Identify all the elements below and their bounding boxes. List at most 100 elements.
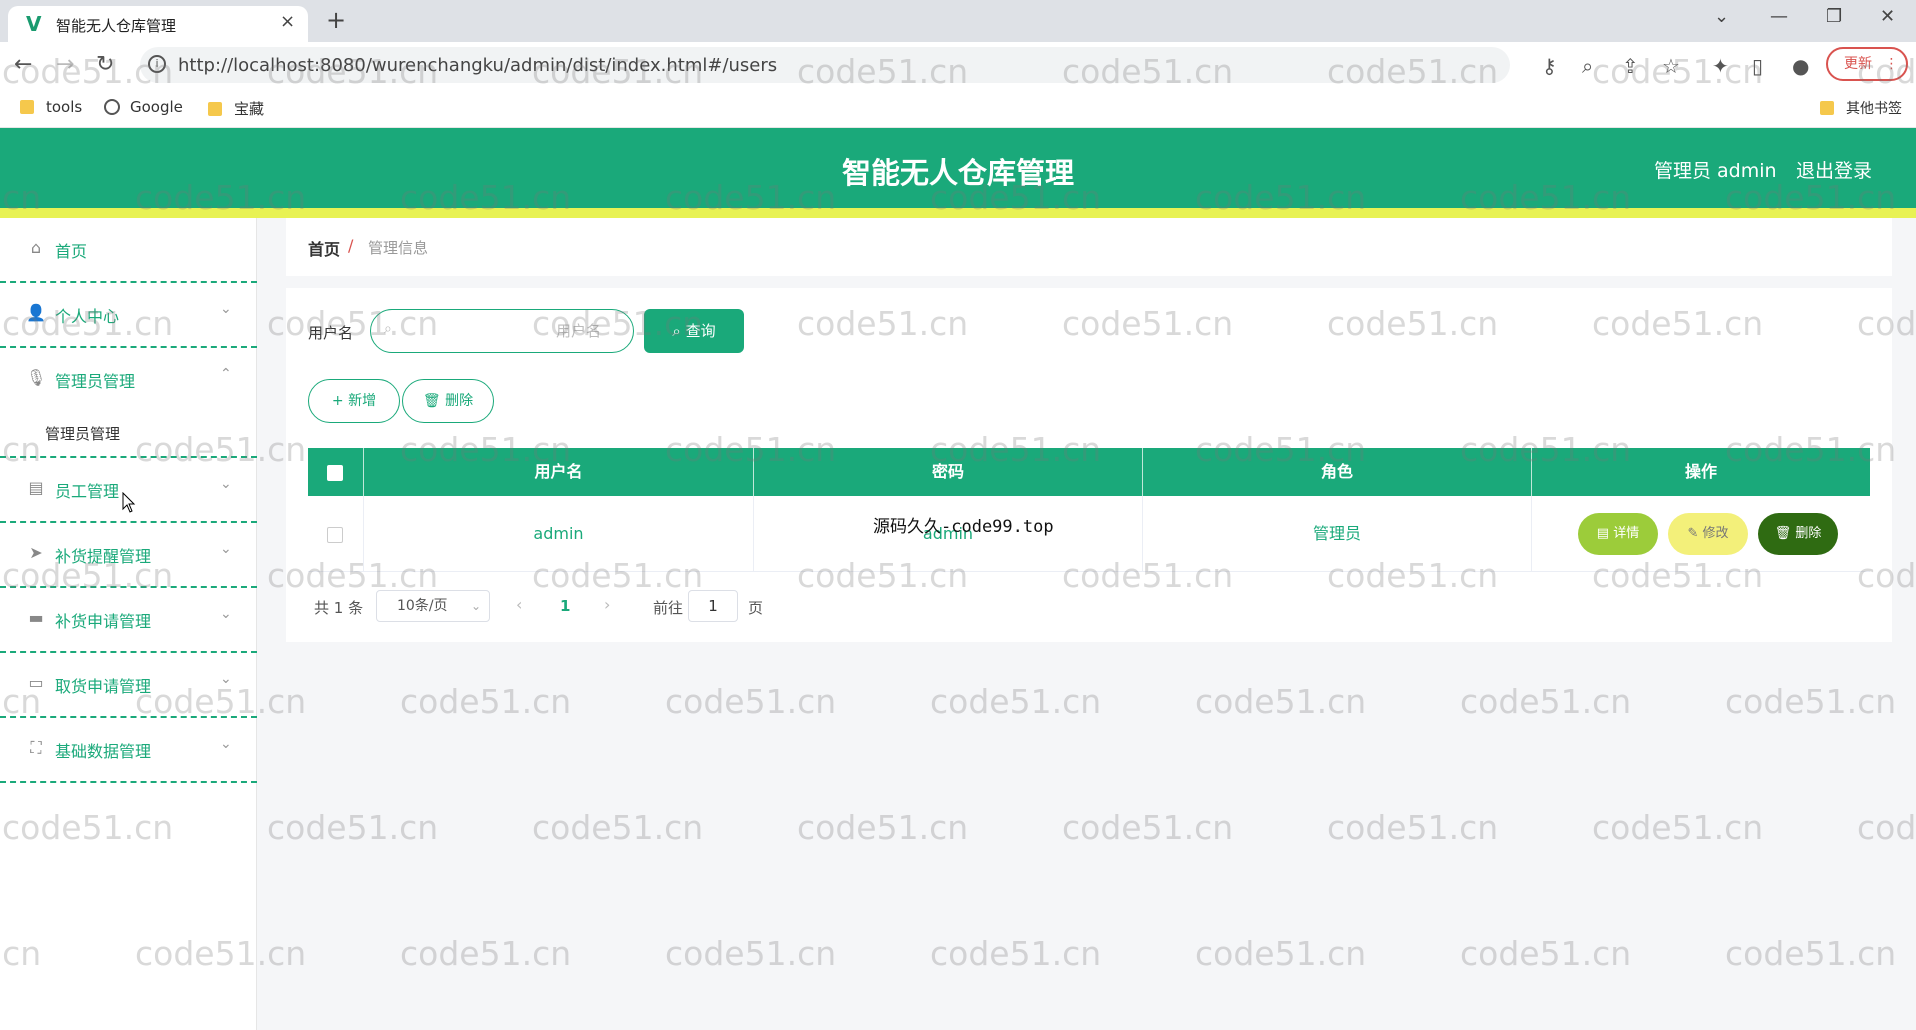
row-delete-button[interactable]: 🗑 删除: [1758, 513, 1838, 555]
watermark-text: code51.cn: [1327, 808, 1499, 847]
watermark-text: code51.cn: [665, 934, 837, 973]
delete-button-label: 删除: [445, 393, 474, 409]
browser-tab-bar: V 智能无人仓库管理 × + ⌄ — ❐ ✕: [0, 0, 1916, 42]
close-window-icon[interactable]: ✕: [1880, 6, 1895, 27]
header-accent-strip: [0, 208, 1916, 218]
prev-page-icon[interactable]: ‹: [516, 595, 522, 614]
submenu-item-admin[interactable]: 管理员管理: [0, 408, 257, 458]
sidebar-item-pickup-request[interactable]: ▭ 取货申请管理 ⌄: [0, 653, 257, 718]
breadcrumb-home[interactable]: 首页: [308, 236, 340, 260]
sidebar-item-base-data[interactable]: ⛶ 基础数据管理 ⌄: [0, 718, 257, 783]
detail-button[interactable]: ▤ 详情: [1578, 513, 1658, 555]
key-icon[interactable]: ⚷: [1542, 54, 1557, 78]
select-all-checkbox[interactable]: [327, 465, 343, 481]
watermark-text: code51.cn: [267, 808, 439, 847]
watermark-text: code51.cn: [1195, 682, 1367, 721]
profile-icon[interactable]: ●: [1792, 54, 1809, 78]
more-menu-icon[interactable]: ⋮: [1884, 56, 1898, 72]
watermark-text: code51.cn: [400, 682, 572, 721]
message-icon: ▭: [28, 673, 44, 692]
page-number-current[interactable]: 1: [560, 597, 570, 615]
microphone-icon: 🎙: [26, 368, 47, 387]
user-icon: 👤: [26, 303, 46, 322]
briefcase-icon: ▬: [28, 608, 44, 627]
chevron-down-icon: ⌄: [470, 599, 481, 613]
watermark-text: code51.cn: [797, 808, 969, 847]
new-tab-icon[interactable]: +: [326, 6, 346, 34]
breadcrumb-current: 管理信息: [368, 239, 429, 257]
sidebar-item-admin[interactable]: 🎙 管理员管理 ⌃: [0, 348, 257, 413]
delete-selected-button[interactable]: 🗑 删除: [402, 379, 494, 423]
detail-button-label: 详情: [1613, 526, 1640, 541]
folder-icon: [20, 100, 34, 114]
bookmark-tools[interactable]: tools: [20, 98, 82, 116]
watermark-text: code51.cn: [1195, 934, 1367, 973]
url-field[interactable]: i http://localhost:8080/wurenchangku/adm…: [140, 47, 1510, 83]
sidebar-item-restock-request[interactable]: ▬ 补货申请管理 ⌄: [0, 588, 257, 653]
minimize-icon[interactable]: —: [1770, 6, 1788, 27]
tab-search-icon[interactable]: ⌄: [1714, 6, 1729, 27]
row-checkbox[interactable]: [327, 527, 343, 543]
search-field-icon: ⌕: [384, 321, 392, 337]
watermark-text: code51.cn: [1857, 808, 1916, 847]
sidebar-item-restock-reminder[interactable]: ➤ 补货提醒管理 ⌄: [0, 523, 257, 588]
logout-link[interactable]: 退出登录: [1796, 156, 1872, 183]
extensions-icon[interactable]: ✦: [1712, 54, 1729, 78]
page-size-select[interactable]: 10条/页 ⌄: [376, 590, 490, 622]
search-button[interactable]: ⌕ 查询: [644, 309, 744, 353]
bookmark-treasure[interactable]: 宝藏: [208, 98, 264, 119]
send-icon: ➤: [29, 543, 43, 562]
row-delete-button-label: 删除: [1795, 526, 1822, 541]
breadcrumb: 首页 / 管理信息: [286, 218, 1892, 276]
watermark-text: code51.cn: [1460, 934, 1632, 973]
reload-icon[interactable]: ↻: [96, 52, 114, 77]
watermark-text: code51.cn: [930, 682, 1102, 721]
chevron-down-icon: ⌄: [220, 671, 232, 687]
column-header-password[interactable]: 密码: [754, 448, 1143, 496]
column-header-username[interactable]: 用户名: [364, 448, 754, 496]
sidebar-item-label: 首页: [55, 242, 88, 261]
bookmark-google[interactable]: Google: [104, 98, 183, 116]
next-page-icon[interactable]: ›: [604, 595, 610, 614]
table-row: admin admin 管理员 ▤ 详情 ✎ 修改 🗑 删除: [308, 496, 1870, 572]
update-button[interactable]: 更新 ⋮: [1826, 47, 1908, 81]
mouse-cursor-icon: [122, 492, 136, 513]
vue-logo-icon: V: [26, 12, 42, 36]
restore-icon[interactable]: ❐: [1826, 6, 1842, 27]
browser-tab[interactable]: V 智能无人仓库管理 ×: [8, 6, 308, 42]
update-label: 更新: [1844, 56, 1872, 72]
trash-icon: 🗑: [1774, 526, 1792, 541]
sidebar-item-label: 个人中心: [55, 307, 120, 326]
tab-title: 智能无人仓库管理: [56, 17, 177, 35]
forward-icon[interactable]: →: [56, 52, 74, 77]
back-icon[interactable]: ←: [14, 52, 32, 77]
chevron-down-icon: ⌄: [220, 301, 232, 317]
column-header-role[interactable]: 角色: [1143, 448, 1532, 496]
goto-page-input[interactable]: [688, 590, 738, 622]
row-select-cell: [308, 496, 364, 572]
edit-button-label: 修改: [1702, 526, 1729, 541]
overlay-watermark-text: 源码久久-code99.top: [873, 517, 1054, 537]
cell-username: admin: [364, 496, 754, 572]
add-button-label: 新增: [348, 393, 377, 409]
chevron-down-icon: ⌄: [220, 541, 232, 557]
page-size-value: 10条/页: [397, 598, 448, 614]
share-icon[interactable]: ⇪: [1622, 54, 1639, 78]
sidebar: ⌂ 首页 👤 个人中心 ⌄ 🎙 管理员管理 ⌃ 管理员管理 ▤ 员工管理 ⌄ ➤…: [0, 218, 257, 1030]
search-input[interactable]: [370, 309, 634, 353]
sidebar-item-profile[interactable]: 👤 个人中心 ⌄: [0, 283, 257, 348]
zoom-icon[interactable]: ⌕: [1582, 54, 1593, 78]
breadcrumb-separator: /: [348, 236, 354, 255]
document-icon: ▤: [1596, 526, 1610, 541]
sidebar-item-home[interactable]: ⌂ 首页: [0, 218, 257, 283]
watermark-text: code51.cn: [1062, 808, 1234, 847]
side-panel-icon[interactable]: ▯: [1752, 54, 1763, 78]
bookmark-star-icon[interactable]: ☆: [1662, 54, 1680, 78]
tab-close-icon[interactable]: ×: [280, 11, 295, 32]
bookmark-other[interactable]: 其他书签: [1820, 98, 1902, 118]
sidebar-item-label: 补货提醒管理: [55, 547, 152, 566]
add-button[interactable]: + 新增: [308, 379, 400, 423]
edit-button[interactable]: ✎ 修改: [1668, 513, 1748, 555]
info-icon[interactable]: i: [148, 55, 166, 73]
trash-icon: 🗑: [422, 393, 441, 409]
